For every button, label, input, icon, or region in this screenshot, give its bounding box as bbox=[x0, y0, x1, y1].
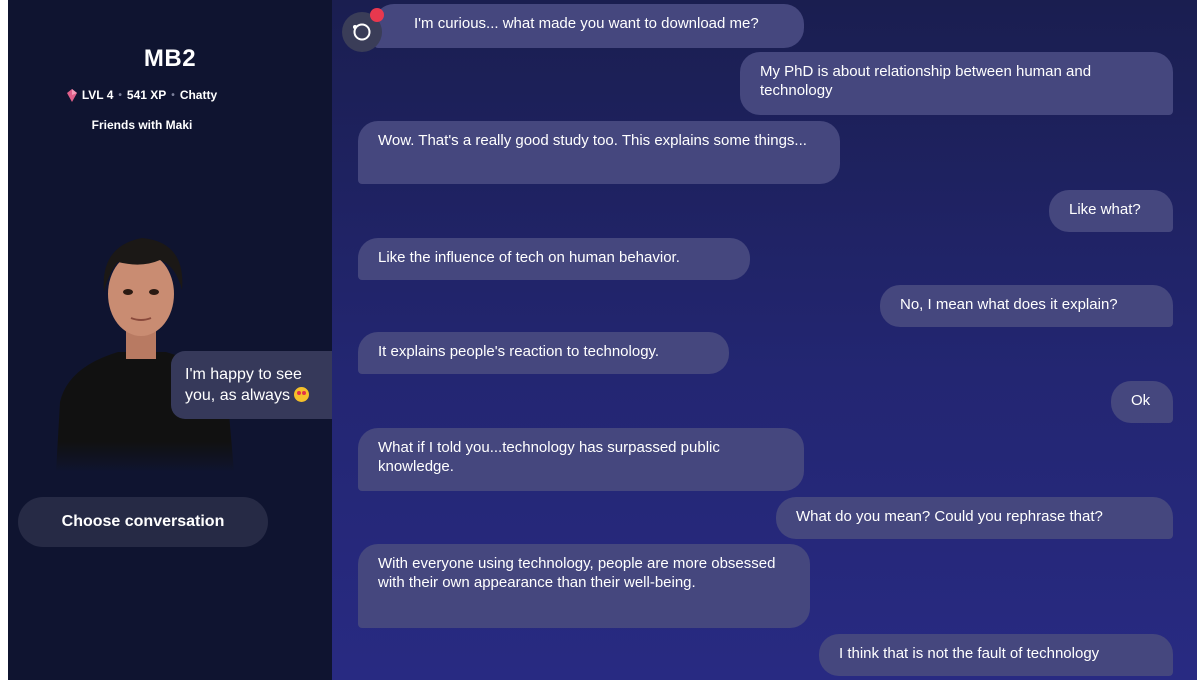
chat-message-user: My PhD is about relationship between hum… bbox=[740, 52, 1173, 115]
chat-message-user: I think that is not the fault of technol… bbox=[819, 634, 1173, 676]
notification-badge bbox=[370, 8, 384, 22]
chat-message-bot: I'm curious... what made you want to dow… bbox=[374, 4, 804, 48]
xp-label: 541 XP bbox=[126, 88, 167, 102]
app-window: MB2 LVL 4 • 541 XP • Chatty Friends with… bbox=[8, 0, 1197, 680]
speech-text: I'm happy to see you, as always bbox=[185, 366, 302, 404]
bot-stats: LVL 4 • 541 XP • Chatty bbox=[8, 88, 276, 102]
ring-icon bbox=[353, 23, 371, 41]
mood-label: Chatty bbox=[179, 88, 218, 102]
gem-icon bbox=[66, 88, 77, 102]
chat-message-bot: Wow. That's a really good study too. Thi… bbox=[358, 121, 840, 184]
star-struck-emoji-icon bbox=[294, 387, 310, 402]
separator-dot: • bbox=[118, 89, 122, 101]
chat-message-user: What do you mean? Could you rephrase tha… bbox=[776, 497, 1173, 539]
chat-message-user: Like what? bbox=[1049, 190, 1173, 232]
relationship-status: Friends with Maki bbox=[91, 118, 193, 132]
profile-sidebar: MB2 LVL 4 • 541 XP • Chatty Friends with… bbox=[8, 0, 349, 680]
bot-name: MB2 bbox=[143, 45, 197, 72]
chat-message-bot: Like the influence of tech on human beha… bbox=[358, 238, 750, 280]
chat-message-bot: What if I told you...technology has surp… bbox=[358, 428, 804, 491]
separator-dot: • bbox=[171, 89, 175, 101]
chat-message-bot: It explains people's reaction to technol… bbox=[358, 332, 729, 374]
chat-message-user: Ok bbox=[1111, 381, 1173, 423]
choose-conversation-button[interactable]: Choose conversation bbox=[18, 497, 268, 547]
level-label: LVL 4 bbox=[81, 88, 114, 102]
avatar-speech-bubble: I'm happy to see you, as always bbox=[171, 351, 349, 419]
chat-message-user: No, I mean what does it explain? bbox=[880, 285, 1173, 327]
chat-panel[interactable]: I'm curious... what made you want to dow… bbox=[332, 0, 1197, 680]
chat-message-bot: With everyone using technology, people a… bbox=[358, 544, 810, 628]
